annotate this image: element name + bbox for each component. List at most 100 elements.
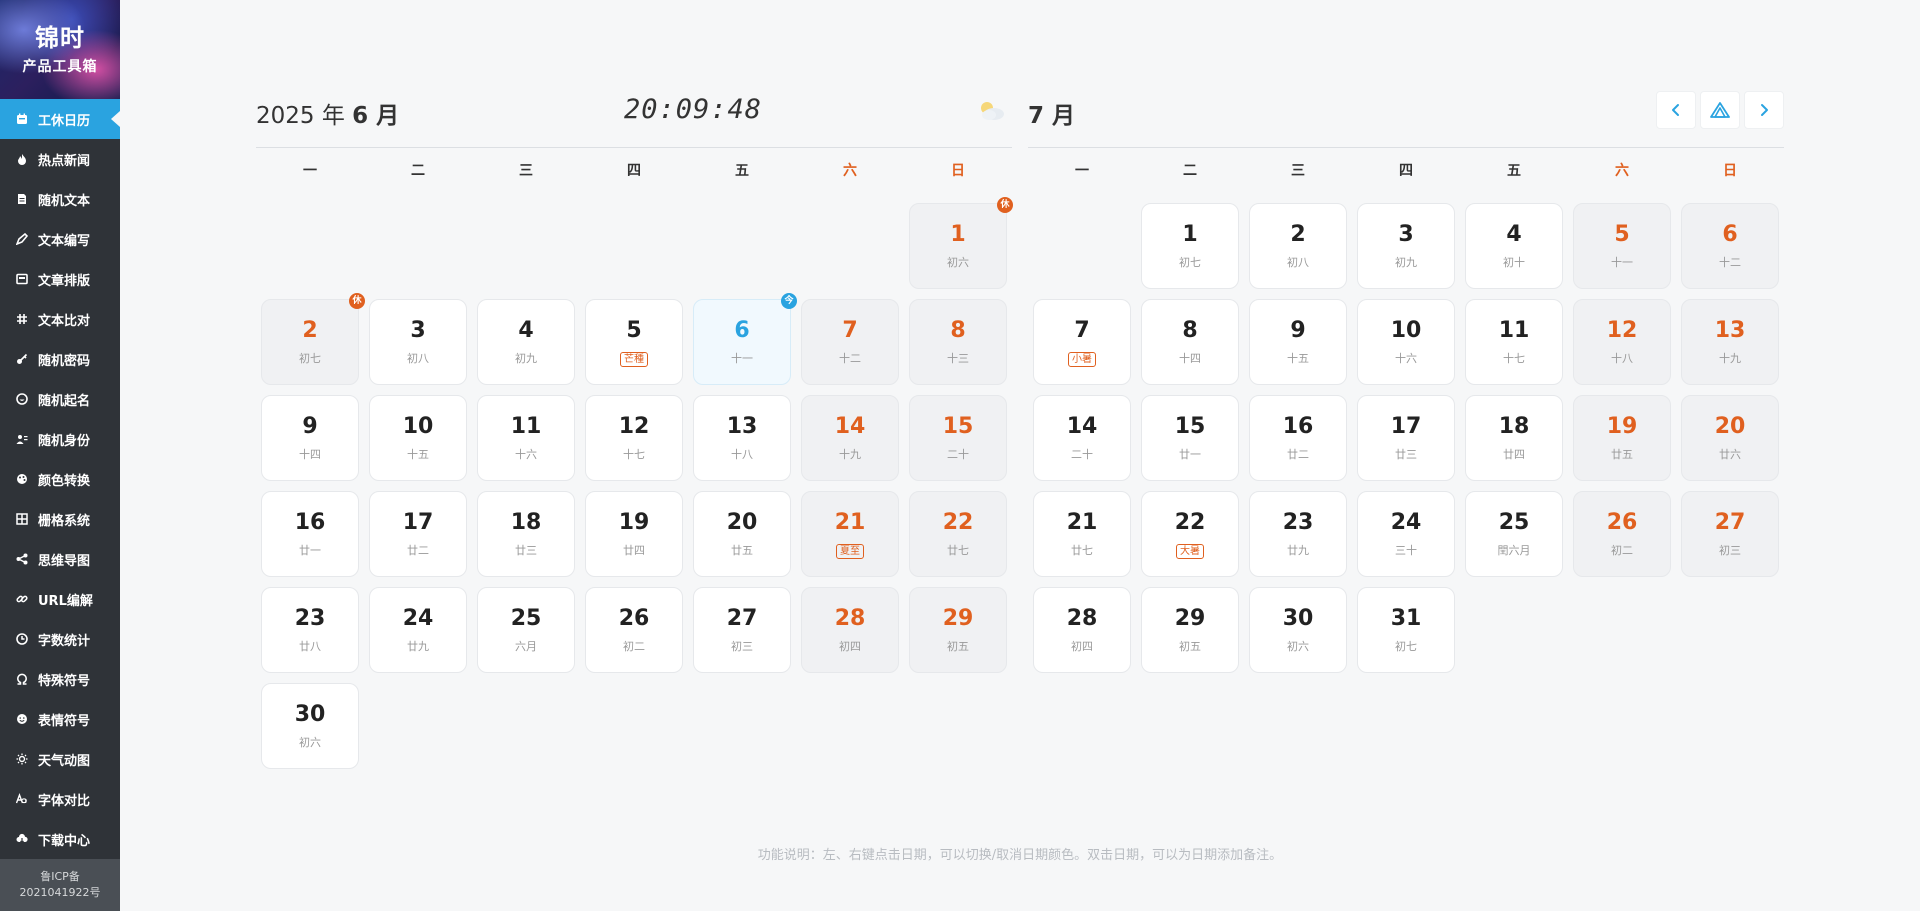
day-number: 1 (950, 222, 966, 247)
day-cell[interactable]: 18 廿四 (1465, 395, 1563, 481)
sidebar-item-3[interactable]: 随机文本 (0, 179, 120, 219)
sidebar-item-18[interactable]: 字体对比 (0, 779, 120, 819)
day-cell[interactable]: 13 十八 (693, 395, 791, 481)
day-cell[interactable]: 8 十三 (909, 299, 1007, 385)
day-cell[interactable]: 7 小暑 (1033, 299, 1131, 385)
next-month-button[interactable] (1744, 91, 1784, 129)
day-cell[interactable]: 31 初七 (1357, 587, 1455, 673)
day-cell[interactable]: 28 初四 (1033, 587, 1131, 673)
lunar-date: 十七 (623, 448, 645, 461)
day-cell[interactable]: 3 初八 (369, 299, 467, 385)
lunar-date: 十八 (731, 448, 753, 461)
day-cell[interactable]: 9 十五 (1249, 299, 1347, 385)
day-cell[interactable]: 24 三十 (1357, 491, 1455, 577)
day-cell[interactable]: 15 廿一 (1141, 395, 1239, 481)
day-cell[interactable]: 26 初二 (585, 587, 683, 673)
day-cell[interactable]: 6 十一 今 (693, 293, 797, 385)
day-cell[interactable]: 16 廿二 (1249, 395, 1347, 481)
day-cell[interactable]: 9 十四 (261, 395, 359, 481)
day-cell[interactable]: 13 十九 (1681, 299, 1779, 385)
today-button[interactable] (1700, 91, 1740, 129)
sidebar-item-16[interactable]: 表情符号 (0, 699, 120, 739)
day-cell[interactable]: 12 十七 (585, 395, 683, 481)
day-cell[interactable]: 6 十二 (1681, 203, 1779, 289)
day-cell[interactable]: 30 初六 (1249, 587, 1347, 673)
day-cell[interactable]: 11 十七 (1465, 299, 1563, 385)
day-number: 22 (942, 510, 974, 535)
lunar-date: 十八 (1611, 352, 1633, 365)
day-cell[interactable]: 2 初八 (1249, 203, 1347, 289)
day-cell[interactable]: 30 初六 (261, 683, 359, 769)
sidebar-item-4[interactable]: 文本编写 (0, 219, 120, 259)
day-cell[interactable]: 4 初十 (1465, 203, 1563, 289)
day-cell[interactable]: 19 廿五 (1573, 395, 1671, 481)
day-cell[interactable]: 10 十六 (1357, 299, 1455, 385)
day-cell[interactable]: 4 初九 (477, 299, 575, 385)
day-cell[interactable]: 5 十一 (1573, 203, 1671, 289)
day-cell[interactable]: 14 二十 (1033, 395, 1131, 481)
day-cell[interactable]: 14 十九 (801, 395, 899, 481)
day-cell[interactable]: 28 初四 (801, 587, 899, 673)
day-cell[interactable]: 23 廿八 (261, 587, 359, 673)
weekday-label: 二 (411, 163, 425, 179)
day-cell[interactable]: 11 十六 (477, 395, 575, 481)
day-cell[interactable]: 1 初六 休 (909, 197, 1013, 289)
sidebar-item-15[interactable]: 特殊符号 (0, 659, 120, 699)
day-cell[interactable]: 27 初三 (1681, 491, 1779, 577)
day-cell[interactable]: 29 初五 (909, 587, 1007, 673)
sidebar-item-1[interactable]: 工休日历 (0, 99, 120, 140)
sidebar-item-14[interactable]: 字数统计 (0, 619, 120, 659)
day-cell[interactable]: 27 初三 (693, 587, 791, 673)
day-cell[interactable]: 18 廿三 (477, 491, 575, 577)
day-cell[interactable]: 3 初九 (1357, 203, 1455, 289)
day-number: 1 (1182, 222, 1198, 247)
day-cell[interactable]: 19 廿四 (585, 491, 683, 577)
day-cell[interactable]: 22 大暑 (1141, 491, 1239, 577)
sidebar-item-12[interactable]: 思维导图 (0, 539, 120, 579)
day-cell[interactable]: 1 初七 (1141, 203, 1239, 289)
day-cell[interactable]: 25 閏六月 (1465, 491, 1563, 577)
day-cell[interactable]: 26 初二 (1573, 491, 1671, 577)
sidebar-item-2[interactable]: 热点新闻 (0, 139, 120, 179)
day-cell[interactable]: 15 二十 (909, 395, 1007, 481)
day-cell[interactable]: 2 初七 休 (261, 293, 365, 385)
day-cell[interactable]: 8 十四 (1141, 299, 1239, 385)
day-number: 25 (1498, 510, 1530, 535)
day-cell[interactable]: 5 芒種 (585, 299, 683, 385)
day-cell[interactable]: 24 廿九 (369, 587, 467, 673)
day-number: 21 (834, 510, 866, 535)
icp-record[interactable]: 鲁ICP备 2021041922号 (0, 859, 120, 911)
sidebar-item-7[interactable]: 随机密码 (0, 339, 120, 379)
day-cell[interactable]: 23 廿九 (1249, 491, 1347, 577)
sidebar-item-label: 思维导图 (38, 553, 91, 569)
sidebar-item-13[interactable]: URL编解 (0, 579, 120, 619)
day-cell[interactable]: 21 夏至 (801, 491, 899, 577)
day-cell[interactable]: 21 廿七 (1033, 491, 1131, 577)
day-cell[interactable]: 20 廿六 (1681, 395, 1779, 481)
day-cell[interactable]: 16 廿一 (261, 491, 359, 577)
day-cell[interactable]: 17 廿二 (369, 491, 467, 577)
day-number: 24 (402, 606, 434, 631)
sidebar-item-17[interactable]: 天气动图 (0, 739, 120, 779)
sidebar-item-6[interactable]: 文本比对 (0, 299, 120, 339)
day-cell[interactable]: 29 初五 (1141, 587, 1239, 673)
sidebar-item-5[interactable]: 文章排版 (0, 259, 120, 299)
sidebar-item-label: 栅格系统 (38, 513, 91, 529)
sidebar-item-11[interactable]: 栅格系统 (0, 499, 120, 539)
day-cell[interactable]: 7 十二 (801, 299, 899, 385)
sidebar-item-10[interactable]: 颜色转换 (0, 459, 120, 499)
day-cell[interactable]: 20 廿五 (693, 491, 791, 577)
weekday-label: 三 (1291, 163, 1305, 179)
day-cell[interactable]: 22 廿七 (909, 491, 1007, 577)
prev-month-button[interactable] (1656, 91, 1696, 129)
day-cell[interactable]: 17 廿三 (1357, 395, 1455, 481)
day-cell[interactable]: 10 十五 (369, 395, 467, 481)
chevron-right-icon (1761, 104, 1768, 116)
sidebar-item-8[interactable]: 随机起名 (0, 379, 120, 419)
sidebar-item-9[interactable]: 随机身份 (0, 419, 120, 459)
day-cell[interactable]: 25 六月 (477, 587, 575, 673)
sidebar-nav: 工休日历 热点新闻 随机文本 文本编写 文章排版 文本比对 随机密码 随机起名 随机身份 颜色转换… (0, 99, 120, 859)
logo[interactable]: 锦时 产品工具箱 (0, 0, 120, 100)
day-cell[interactable]: 12 十八 (1573, 299, 1671, 385)
lunar-date: 十九 (1719, 352, 1741, 365)
